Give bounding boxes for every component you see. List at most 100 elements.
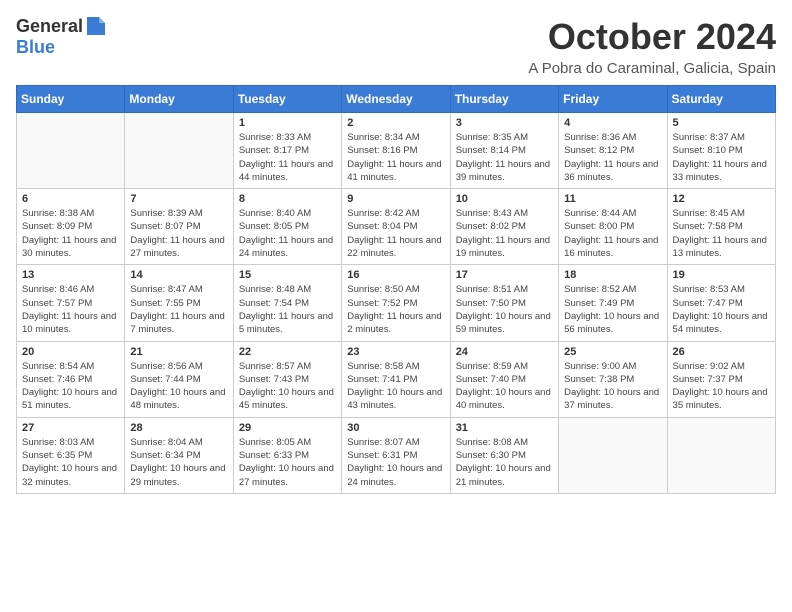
page-header: General Blue October 2024 A Pobra do Car…: [16, 16, 776, 77]
day-info: Sunrise: 8:08 AMSunset: 6:30 PMDaylight:…: [456, 436, 553, 489]
calendar-table: Sunday Monday Tuesday Wednesday Thursday…: [16, 85, 776, 494]
table-row: 23 Sunrise: 8:58 AMSunset: 7:41 PMDayligh…: [342, 341, 450, 417]
day-number: 4: [564, 117, 661, 129]
table-row: 27 Sunrise: 8:03 AMSunset: 6:35 PMDayligh…: [17, 417, 125, 493]
table-row: 2 Sunrise: 8:34 AMSunset: 8:16 PMDaylight…: [342, 113, 450, 189]
table-row: 18 Sunrise: 8:52 AMSunset: 7:49 PMDayligh…: [559, 265, 667, 341]
col-friday: Friday: [559, 86, 667, 113]
day-info: Sunrise: 8:37 AMSunset: 8:10 PMDaylight:…: [673, 131, 770, 184]
day-info: Sunrise: 8:50 AMSunset: 7:52 PMDaylight:…: [347, 283, 444, 336]
day-info: Sunrise: 8:03 AMSunset: 6:35 PMDaylight:…: [22, 436, 119, 489]
day-number: 25: [564, 346, 661, 358]
day-number: 13: [22, 269, 119, 281]
day-number: 31: [456, 422, 553, 434]
day-info: Sunrise: 8:45 AMSunset: 7:58 PMDaylight:…: [673, 207, 770, 260]
day-info: Sunrise: 8:42 AMSunset: 8:04 PMDaylight:…: [347, 207, 444, 260]
day-number: 22: [239, 346, 336, 358]
day-info: Sunrise: 8:33 AMSunset: 8:17 PMDaylight:…: [239, 131, 336, 184]
month-title: October 2024: [528, 16, 776, 58]
location: A Pobra do Caraminal, Galicia, Spain: [528, 60, 776, 77]
table-row: 3 Sunrise: 8:35 AMSunset: 8:14 PMDaylight…: [450, 113, 558, 189]
col-wednesday: Wednesday: [342, 86, 450, 113]
day-number: 8: [239, 193, 336, 205]
table-row: 14 Sunrise: 8:47 AMSunset: 7:55 PMDayligh…: [125, 265, 233, 341]
table-row: 1 Sunrise: 8:33 AMSunset: 8:17 PMDaylight…: [233, 113, 341, 189]
day-info: Sunrise: 9:02 AMSunset: 7:37 PMDaylight:…: [673, 360, 770, 413]
table-row: 31 Sunrise: 8:08 AMSunset: 6:30 PMDayligh…: [450, 417, 558, 493]
day-info: Sunrise: 8:35 AMSunset: 8:14 PMDaylight:…: [456, 131, 553, 184]
day-info: Sunrise: 8:54 AMSunset: 7:46 PMDaylight:…: [22, 360, 119, 413]
table-row: 30 Sunrise: 8:07 AMSunset: 6:31 PMDayligh…: [342, 417, 450, 493]
table-row: 15Sunrise: 8:48 AMSunset: 7:54 PMDayligh…: [233, 265, 341, 341]
title-area: October 2024 A Pobra do Caraminal, Galic…: [528, 16, 776, 77]
day-info: Sunrise: 8:51 AMSunset: 7:50 PMDaylight:…: [456, 283, 553, 336]
day-number: 29: [239, 422, 336, 434]
day-number: 16: [347, 269, 444, 281]
day-number: 30: [347, 422, 444, 434]
day-info: Sunrise: 9:00 AMSunset: 7:38 PMDaylight:…: [564, 360, 661, 413]
day-info: Sunrise: 8:52 AMSunset: 7:49 PMDaylight:…: [564, 283, 661, 336]
day-number: 6: [22, 193, 119, 205]
day-info: Sunrise: 8:39 AMSunset: 8:07 PMDaylight:…: [130, 207, 227, 260]
day-info: Sunrise: 8:59 AMSunset: 7:40 PMDaylight:…: [456, 360, 553, 413]
day-info: Sunrise: 8:56 AMSunset: 7:44 PMDaylight:…: [130, 360, 227, 413]
day-number: 1: [239, 117, 336, 129]
day-number: 23: [347, 346, 444, 358]
table-row: 12 Sunrise: 8:45 AMSunset: 7:58 PMDayligh…: [667, 189, 775, 265]
day-info: Sunrise: 8:47 AMSunset: 7:55 PMDaylight:…: [130, 283, 227, 336]
day-number: 2: [347, 117, 444, 129]
table-row: 21Sunrise: 8:56 AMSunset: 7:44 PMDayligh…: [125, 341, 233, 417]
table-row: 7 Sunrise: 8:39 AMSunset: 8:07 PMDaylight…: [125, 189, 233, 265]
day-number: 11: [564, 193, 661, 205]
logo-icon: [85, 15, 107, 37]
table-row: 29Sunrise: 8:05 AMSunset: 6:33 PMDayligh…: [233, 417, 341, 493]
table-row: 8Sunrise: 8:40 AMSunset: 8:05 PMDaylight…: [233, 189, 341, 265]
table-row: 22 Sunrise: 8:57 AMSunset: 7:43 PMDayligh…: [233, 341, 341, 417]
day-info: Sunrise: 8:04 AMSunset: 6:34 PMDaylight:…: [130, 436, 227, 489]
table-row: 4 Sunrise: 8:36 AMSunset: 8:12 PMDaylight…: [559, 113, 667, 189]
day-info: Sunrise: 8:34 AMSunset: 8:16 PMDaylight:…: [347, 131, 444, 184]
table-row: 11 Sunrise: 8:44 AMSunset: 8:00 PMDayligh…: [559, 189, 667, 265]
table-row: 25 Sunrise: 9:00 AMSunset: 7:38 PMDayligh…: [559, 341, 667, 417]
day-number: 7: [130, 193, 227, 205]
table-row: [17, 113, 125, 189]
day-number: 17: [456, 269, 553, 281]
table-row: 5 Sunrise: 8:37 AMSunset: 8:10 PMDaylight…: [667, 113, 775, 189]
day-number: 15: [239, 269, 336, 281]
day-info: Sunrise: 8:53 AMSunset: 7:47 PMDaylight:…: [673, 283, 770, 336]
day-number: 18: [564, 269, 661, 281]
col-tuesday: Tuesday: [233, 86, 341, 113]
table-row: 13Sunrise: 8:46 AMSunset: 7:57 PMDayligh…: [17, 265, 125, 341]
day-number: 14: [130, 269, 227, 281]
day-info: Sunrise: 8:43 AMSunset: 8:02 PMDaylight:…: [456, 207, 553, 260]
table-row: 28 Sunrise: 8:04 AMSunset: 6:34 PMDayligh…: [125, 417, 233, 493]
day-info: Sunrise: 8:44 AMSunset: 8:00 PMDaylight:…: [564, 207, 661, 260]
day-number: 12: [673, 193, 770, 205]
table-row: 26Sunrise: 9:02 AMSunset: 7:37 PMDayligh…: [667, 341, 775, 417]
col-sunday: Sunday: [17, 86, 125, 113]
col-monday: Monday: [125, 86, 233, 113]
day-info: Sunrise: 8:38 AMSunset: 8:09 PMDaylight:…: [22, 207, 119, 260]
day-number: 9: [347, 193, 444, 205]
table-row: 24 Sunrise: 8:59 AMSunset: 7:40 PMDayligh…: [450, 341, 558, 417]
table-row: [667, 417, 775, 493]
table-row: 17 Sunrise: 8:51 AMSunset: 7:50 PMDayligh…: [450, 265, 558, 341]
day-info: Sunrise: 8:57 AMSunset: 7:43 PMDaylight:…: [239, 360, 336, 413]
day-number: 28: [130, 422, 227, 434]
table-row: 9 Sunrise: 8:42 AMSunset: 8:04 PMDaylight…: [342, 189, 450, 265]
day-info: Sunrise: 8:36 AMSunset: 8:12 PMDaylight:…: [564, 131, 661, 184]
col-thursday: Thursday: [450, 86, 558, 113]
table-row: 16 Sunrise: 8:50 AMSunset: 7:52 PMDayligh…: [342, 265, 450, 341]
day-number: 24: [456, 346, 553, 358]
table-row: [125, 113, 233, 189]
day-number: 3: [456, 117, 553, 129]
logo-general-text: General: [16, 16, 83, 37]
table-row: 10 Sunrise: 8:43 AMSunset: 8:02 PMDayligh…: [450, 189, 558, 265]
day-info: Sunrise: 8:07 AMSunset: 6:31 PMDaylight:…: [347, 436, 444, 489]
day-info: Sunrise: 8:58 AMSunset: 7:41 PMDaylight:…: [347, 360, 444, 413]
day-number: 10: [456, 193, 553, 205]
calendar-header-row: Sunday Monday Tuesday Wednesday Thursday…: [17, 86, 776, 113]
day-number: 19: [673, 269, 770, 281]
day-number: 5: [673, 117, 770, 129]
day-number: 27: [22, 422, 119, 434]
